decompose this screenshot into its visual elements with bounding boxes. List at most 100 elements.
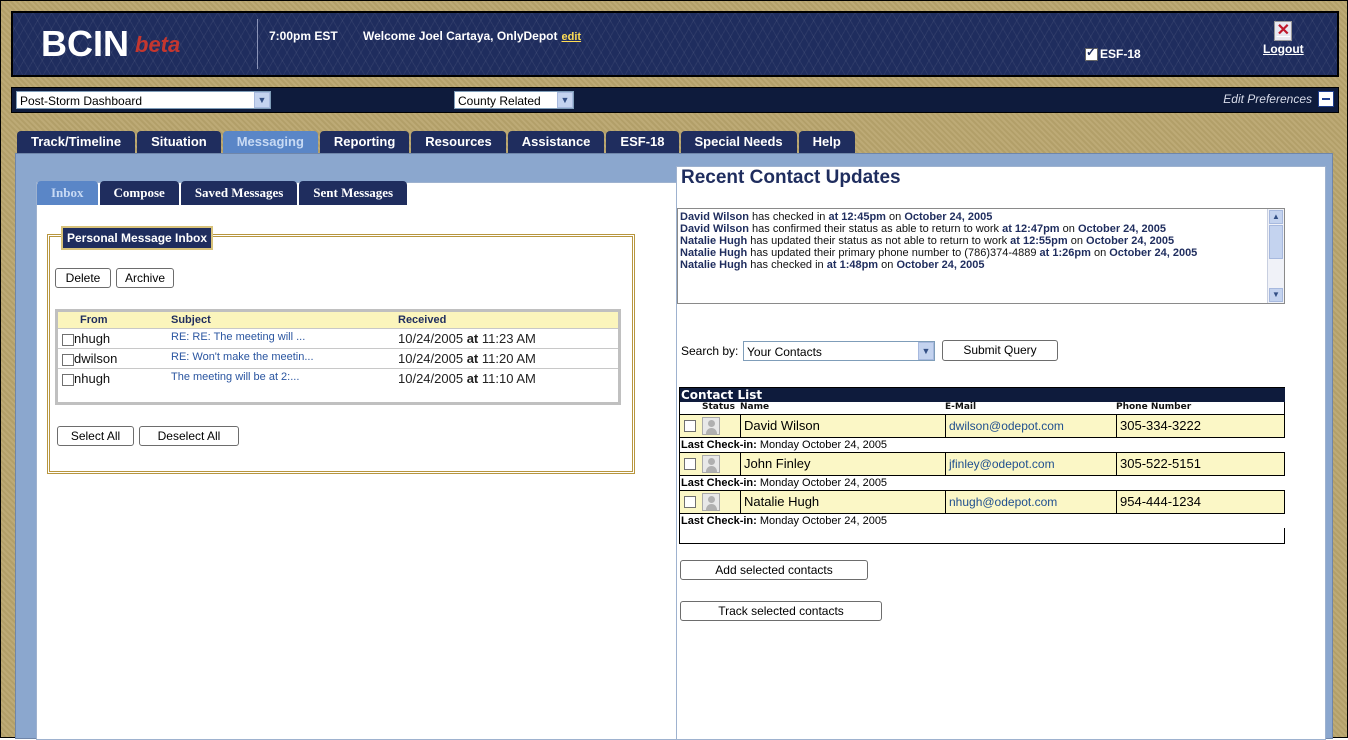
message-subject-link[interactable]: RE: RE: The meeting will ...: [171, 331, 305, 343]
chevron-down-icon: ▼: [918, 342, 934, 360]
contact-email-link[interactable]: nhugh@odepot.com: [945, 491, 1116, 513]
message-subject-link[interactable]: RE: Won't make the meetin...: [171, 351, 314, 363]
contact-list-title: Contact List: [680, 388, 1285, 402]
submit-query-button[interactable]: Submit Query: [942, 340, 1058, 361]
search-by-label: Search by:: [681, 344, 739, 358]
message-checkbox[interactable]: [62, 374, 74, 386]
contact-phone: 954-444-1234: [1116, 491, 1284, 513]
message-received: 10/24/2005 at 11:23 AM: [398, 331, 536, 346]
update-item: Natalie Hugh has updated their status as…: [680, 235, 1175, 247]
header-divider: [257, 19, 258, 69]
contact-checkbox[interactable]: [684, 496, 696, 508]
update-item: Natalie Hugh has checked in at 1:48pm on…: [680, 259, 985, 271]
current-time: 7:00pm EST: [269, 29, 338, 43]
edit-preferences-link[interactable]: Edit Preferences: [1223, 92, 1312, 106]
contact-last-checkin: Last Check-in: Monday October 24, 2005: [680, 475, 1285, 490]
contact-last-checkin: Last Check-in: Monday October 24, 2005: [680, 513, 1285, 528]
chevron-down-icon: ▼: [254, 92, 270, 108]
scroll-down-icon[interactable]: ▼: [1269, 288, 1283, 302]
delete-button[interactable]: Delete: [55, 268, 111, 288]
col-from: From: [80, 314, 108, 326]
message-table-header: From Subject Received: [58, 312, 618, 328]
col-status: Status: [702, 402, 735, 412]
add-selected-contacts-button[interactable]: Add selected contacts: [680, 560, 868, 580]
message-row: nhugh The meeting will be at 2:... 10/24…: [58, 368, 618, 388]
dashboard-bar: Post-Storm Dashboard ▼ County Related ▼ Ed…: [11, 87, 1339, 113]
contact-email-link[interactable]: dwilson@odepot.com: [945, 415, 1116, 437]
contact-email-link[interactable]: jfinley@odepot.com: [945, 453, 1116, 475]
user-avatar-icon: [702, 455, 720, 473]
contact-row: David Wilson dwilson@odepot.com 305-334-…: [680, 414, 1284, 437]
update-item: David Wilson has checked in at 12:45pm o…: [680, 211, 993, 223]
col-subject: Subject: [171, 314, 211, 326]
subtab-inbox[interactable]: Inbox: [37, 181, 98, 205]
message-from: dwilson: [74, 351, 118, 366]
contact-last-checkin: Last Check-in: Monday October 24, 2005: [680, 437, 1285, 452]
tab-situation[interactable]: Situation: [137, 131, 221, 153]
beta-badge: beta: [135, 32, 181, 57]
tab-resources[interactable]: Resources: [411, 131, 506, 153]
tab-messaging[interactable]: Messaging: [222, 131, 318, 153]
contact-phone: 305-522-5151: [1116, 453, 1284, 475]
deselect-all-button[interactable]: Deselect All: [139, 426, 239, 446]
bcin-logo: BCIN beta: [41, 23, 181, 64]
user-avatar-icon: [702, 417, 720, 435]
message-from: nhugh: [74, 371, 111, 386]
minimize-preferences-icon[interactable]: [1318, 91, 1334, 107]
track-selected-contacts-button[interactable]: Track selected contacts: [680, 601, 882, 621]
update-item: David Wilson has confirmed their status …: [680, 223, 1166, 235]
col-phone: Phone Number: [1116, 402, 1192, 412]
tab-assistance[interactable]: Assistance: [507, 131, 605, 153]
search-by-select[interactable]: Your Contacts ▼: [743, 341, 935, 361]
contact-name: David Wilson: [740, 415, 945, 437]
recent-updates-title: Recent Contact Updates: [681, 167, 901, 188]
contact-checkbox[interactable]: [684, 458, 696, 470]
message-subject-link[interactable]: The meeting will be at 2:...: [171, 371, 299, 383]
subtab-compose[interactable]: Compose: [99, 181, 179, 205]
chevron-down-icon: ▼: [557, 92, 573, 108]
recent-updates-box: David Wilson has checked in at 12:45pm o…: [677, 208, 1285, 304]
logout-button[interactable]: ✕ Logout: [1263, 21, 1304, 56]
tab-reporting[interactable]: Reporting: [319, 131, 410, 153]
tab-esf-18[interactable]: ESF-18: [606, 131, 679, 153]
main-tabs: Track/Timeline Situation Messaging Repor…: [17, 131, 857, 153]
logout-x-icon: ✕: [1274, 21, 1293, 41]
contact-phone: 305-334-3222: [1116, 415, 1284, 437]
scroll-up-icon[interactable]: ▲: [1269, 210, 1283, 224]
inbox-legend: Personal Message Inbox: [61, 226, 214, 250]
esf-18-checkbox[interactable]: ESF-18: [1085, 45, 1141, 61]
subtab-saved-messages[interactable]: Saved Messages: [180, 181, 298, 205]
user-avatar-icon: [702, 493, 720, 511]
update-item: Natalie Hugh has updated their primary p…: [680, 247, 1198, 259]
message-from: nhugh: [74, 331, 111, 346]
message-subtabs: Inbox Compose Saved Messages Sent Messag…: [37, 181, 409, 205]
select-all-button[interactable]: Select All: [57, 426, 134, 446]
updates-scrollbar[interactable]: ▲ ▼: [1267, 209, 1284, 303]
message-table: From Subject Received nhugh RE: RE: The …: [55, 309, 621, 405]
contact-name: John Finley: [740, 453, 945, 475]
dashboard-select[interactable]: Post-Storm Dashboard ▼: [16, 91, 271, 109]
message-checkbox[interactable]: [62, 334, 74, 346]
scroll-thumb[interactable]: [1269, 225, 1283, 259]
col-name: Name: [740, 402, 770, 412]
contact-name: Natalie Hugh: [740, 491, 945, 513]
contact-row: Natalie Hugh nhugh@odepot.com 954-444-12…: [680, 490, 1284, 513]
contact-checkbox[interactable]: [684, 420, 696, 432]
app-frame: BCIN beta 7:00pm EST Welcome Joel Cartaya…: [0, 0, 1348, 740]
edit-profile-link[interactable]: edit: [562, 31, 582, 43]
message-row: nhugh RE: RE: The meeting will ... 10/24…: [58, 328, 618, 348]
tab-special-needs[interactable]: Special Needs: [680, 131, 797, 153]
contact-list: Contact List Status Name E-Mail Phone Nu…: [679, 387, 1285, 544]
tab-help[interactable]: Help: [798, 131, 855, 153]
message-checkbox[interactable]: [62, 354, 74, 366]
contact-row: John Finley jfinley@odepot.com 305-522-5…: [680, 452, 1284, 475]
header-bar: BCIN beta 7:00pm EST Welcome Joel Cartaya…: [11, 11, 1339, 77]
subtab-sent-messages[interactable]: Sent Messages: [299, 181, 408, 205]
county-select[interactable]: County Related ▼: [454, 91, 574, 109]
tab-track-timeline[interactable]: Track/Timeline: [17, 131, 136, 153]
welcome-message: Welcome Joel Cartaya, OnlyDepot edit: [363, 29, 582, 43]
contact-list-columns: Status Name E-Mail Phone Number: [680, 402, 1284, 414]
archive-button[interactable]: Archive: [116, 268, 174, 288]
message-received: 10/24/2005 at 11:20 AM: [398, 351, 536, 366]
message-row: dwilson RE: Won't make the meetin... 10/…: [58, 348, 618, 368]
